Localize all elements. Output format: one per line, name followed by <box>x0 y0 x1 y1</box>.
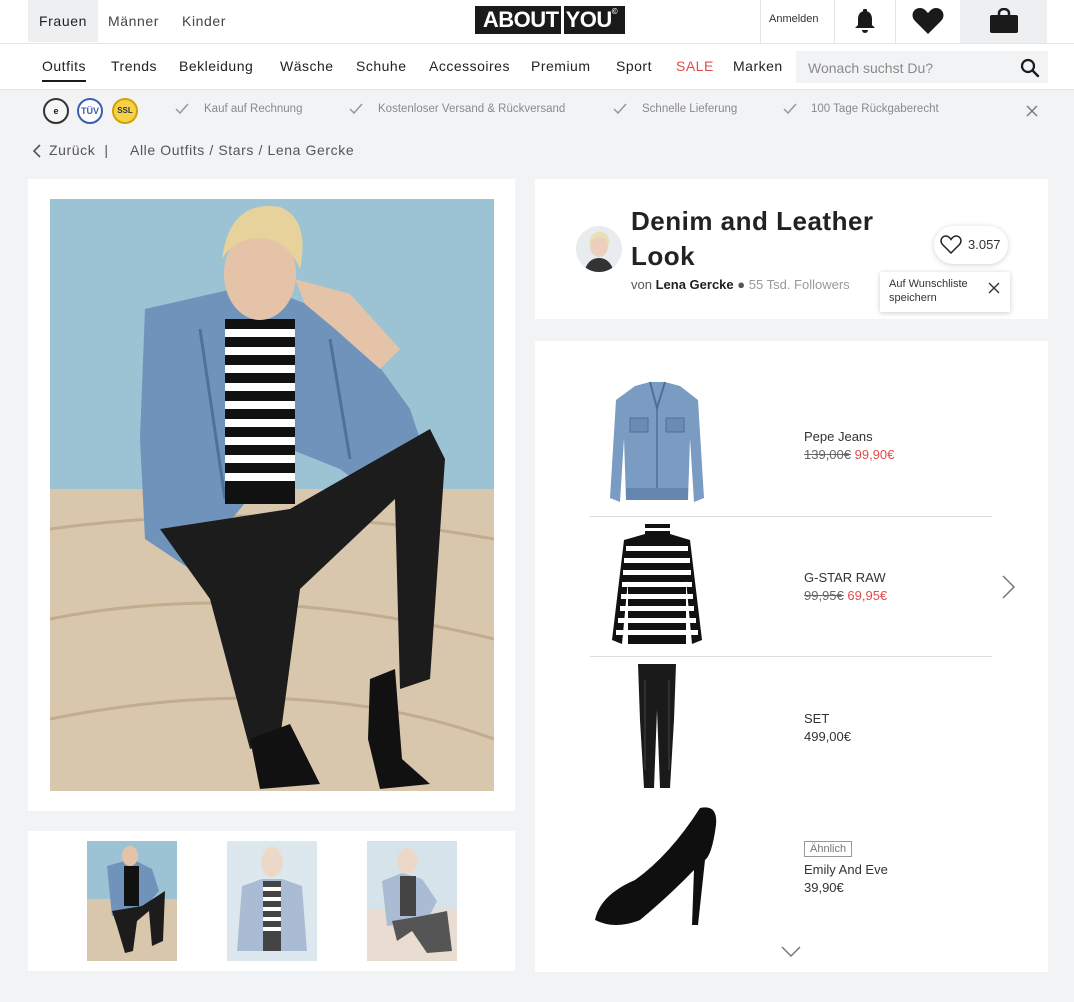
thumbnail-1[interactable] <box>87 841 177 961</box>
nav-sale[interactable]: SALE <box>676 58 714 74</box>
tooltip-text: Auf Wunschliste speichern <box>889 278 968 304</box>
search-icon[interactable] <box>1020 58 1040 78</box>
chevron-right-icon[interactable] <box>1000 574 1016 600</box>
product-price: 39,90€ <box>804 880 844 895</box>
close-icon[interactable] <box>1025 104 1039 118</box>
search-input[interactable]: Wonach suchst Du? <box>796 51 1048 83</box>
product-sale-price: 99,90€ <box>854 447 895 462</box>
author-link[interactable]: Lena Gercke <box>656 277 734 292</box>
usp-return: 100 Tage Rückgaberecht <box>811 103 939 115</box>
main-nav: Outfits Trends Bekleidung Wäsche Schuhe … <box>0 44 1074 90</box>
product-card[interactable]: Pepe Jeans 139,00€ 99,90€ <box>804 428 894 464</box>
similar-badge: Ähnlich <box>804 841 853 857</box>
nav-bekleidung[interactable]: Bekleidung <box>179 58 253 74</box>
byline-prefix: von <box>631 277 652 292</box>
top-bar: Frauen Männer Kinder ABOUT YOU© Anmelden <box>0 0 1074 44</box>
nav-accessoires[interactable]: Accessoires <box>429 58 510 74</box>
nav-sport[interactable]: Sport <box>616 58 652 74</box>
avatar[interactable] <box>576 226 622 272</box>
back-link[interactable]: Zurück | <box>49 142 109 158</box>
cart-button[interactable] <box>960 0 1047 43</box>
check-icon <box>175 103 189 115</box>
nav-marken[interactable]: Marken <box>733 58 783 74</box>
like-count: 3.057 <box>968 237 1001 252</box>
usp-fast-delivery: Schnelle Lieferung <box>642 103 738 115</box>
search-placeholder: Wonach suchst Du? <box>808 60 934 76</box>
usp-invoice: Kauf auf Rechnung <box>204 103 303 115</box>
outfit-photo[interactable] <box>50 199 494 791</box>
product-card[interactable]: Emily And Eve 39,90€ <box>804 861 888 897</box>
ssl-seal-icon: SSL <box>112 98 138 124</box>
heart-outline-icon <box>940 235 962 255</box>
product-image-sweater[interactable] <box>590 520 725 652</box>
trusted-shops-seal-icon: e <box>43 98 69 124</box>
follower-count: 55 Tsd. Followers <box>748 277 850 292</box>
breadcrumb-separator: | <box>104 142 109 158</box>
like-button[interactable]: 3.057 <box>934 226 1008 264</box>
divider <box>590 516 992 517</box>
product-sale-price: 69,95€ <box>847 588 888 603</box>
check-icon <box>613 103 627 115</box>
bell-icon[interactable] <box>850 8 880 36</box>
check-icon <box>783 103 797 115</box>
shopping-bag-icon <box>990 8 1018 33</box>
thumbnail-2[interactable] <box>227 841 317 961</box>
product-image-jacket[interactable] <box>590 378 725 510</box>
usp-free-shipping: Kostenloser Versand & Rückversand <box>378 103 566 115</box>
tuev-seal-icon: TÜV <box>77 98 103 124</box>
wishlist-heart-icon[interactable] <box>911 6 945 36</box>
nav-outfits[interactable]: Outfits <box>42 58 86 82</box>
product-old-price: 99,95€ <box>804 588 844 603</box>
product-image-pants[interactable] <box>590 660 725 792</box>
author-byline: von Lena Gercke ● 55 Tsd. Followers <box>631 277 850 292</box>
gender-tab-kinder[interactable]: Kinder <box>182 0 226 42</box>
byline-bullet: ● <box>737 277 746 292</box>
nav-premium[interactable]: Premium <box>531 58 591 74</box>
logo[interactable]: ABOUT YOU© <box>475 6 625 34</box>
close-icon[interactable] <box>988 282 1000 294</box>
product-card[interactable]: G-STAR RAW 99,95€ 69,95€ <box>804 569 887 605</box>
back-label: Zurück <box>49 142 96 158</box>
product-image-shoe[interactable] <box>590 800 725 935</box>
divider <box>590 656 992 657</box>
product-brand: Pepe Jeans <box>804 429 873 444</box>
chevron-left-icon[interactable] <box>32 144 42 158</box>
page-title: Denim and Leather Look <box>631 206 874 271</box>
logo-left: ABOUT <box>482 7 559 32</box>
product-price: 499,00€ <box>804 729 851 744</box>
nav-trends[interactable]: Trends <box>111 58 157 74</box>
check-icon <box>349 103 363 115</box>
product-card[interactable]: SET 499,00€ <box>804 710 851 746</box>
thumbnail-3[interactable] <box>367 841 457 961</box>
chevron-down-icon[interactable] <box>780 944 802 958</box>
product-brand: G-STAR RAW <box>804 570 886 585</box>
trust-bar: e TÜV SSL Kauf auf Rechnung Kostenloser … <box>0 90 1074 130</box>
login-link[interactable]: Anmelden <box>769 13 819 25</box>
product-old-price: 139,00€ <box>804 447 851 462</box>
gender-tab-maenner[interactable]: Männer <box>108 0 159 42</box>
breadcrumb[interactable]: Alle Outfits / Stars / Lena Gercke <box>130 142 354 158</box>
wishlist-tooltip: Auf Wunschliste speichern <box>880 272 1010 312</box>
gender-tab-frauen[interactable]: Frauen <box>28 0 98 42</box>
logo-right: YOU <box>565 7 613 32</box>
nav-schuhe[interactable]: Schuhe <box>356 58 406 74</box>
nav-waesche[interactable]: Wäsche <box>280 58 334 74</box>
product-brand: SET <box>804 711 830 726</box>
product-brand: Emily And Eve <box>804 862 888 877</box>
